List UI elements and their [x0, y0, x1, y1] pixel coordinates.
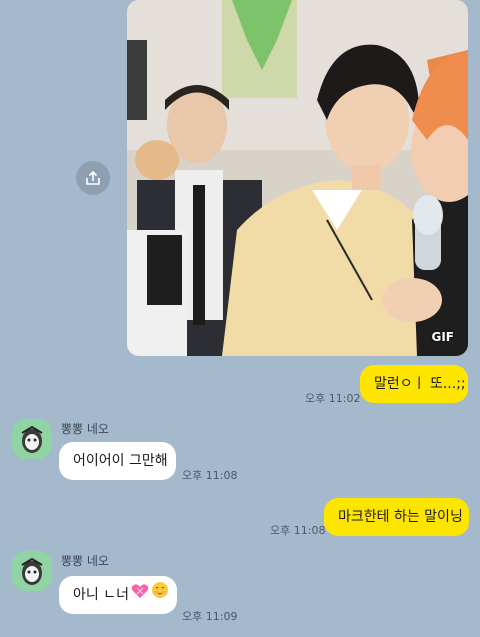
- gif-scene: [127, 0, 468, 356]
- their-message-bubble[interactable]: 어이어이 그만해: [59, 442, 176, 480]
- message-time: 오후 11:08: [182, 469, 238, 482]
- sender-name: 뽕뽕 네오: [61, 422, 109, 436]
- message-time: 오후 11:02: [305, 392, 361, 405]
- avatar-character-icon: [12, 551, 52, 591]
- heart-with-ribbon-emoji: [131, 576, 149, 614]
- message-text: 아니 ㄴ너: [73, 587, 129, 603]
- avatar-character-icon: [12, 419, 52, 459]
- gif-image[interactable]: GIF: [127, 0, 468, 356]
- message-time: 오후 11:09: [182, 610, 238, 623]
- avatar[interactable]: [12, 551, 52, 591]
- share-icon: [86, 170, 100, 185]
- sender-name: 뽕뽕 네오: [61, 554, 109, 568]
- message-time: 오후 11:08: [270, 524, 326, 537]
- share-button[interactable]: [76, 161, 110, 195]
- their-message-bubble[interactable]: 아니 ㄴ너: [59, 576, 177, 614]
- avatar[interactable]: [12, 419, 52, 459]
- gif-badge: GIF: [431, 330, 454, 344]
- blushing-face-emoji: [151, 576, 169, 614]
- my-message-bubble[interactable]: 말런ㅇㅣ 또...;;: [360, 365, 468, 403]
- my-message-bubble[interactable]: 마크한테 하는 말이닝: [324, 498, 469, 536]
